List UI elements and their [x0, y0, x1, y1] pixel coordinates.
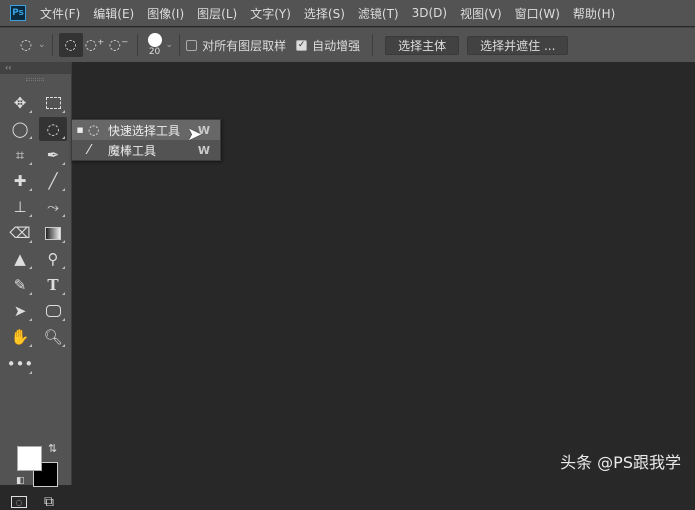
hand-icon: ✋: [10, 328, 30, 346]
shortcut-key: W: [197, 143, 210, 157]
foreground-color-swatch[interactable]: [17, 446, 42, 471]
menu-bar: Ps 文件(F) 编辑(E) 图像(I) 图层(L) 文字(Y) 选择(S) 滤…: [0, 0, 695, 26]
select-subject-button[interactable]: 选择主体: [385, 35, 460, 55]
quick-mask-icon[interactable]: ◌: [11, 496, 27, 508]
gradient-icon: [45, 226, 61, 240]
hand-tool[interactable]: ✋: [6, 325, 34, 349]
menu-help[interactable]: 帮助(H): [573, 5, 615, 22]
divider: [179, 34, 181, 56]
triangle-icon: ▲: [14, 250, 26, 268]
rectangle-tool[interactable]: [39, 299, 67, 323]
pen-icon: ✎: [13, 276, 27, 294]
add-to-selection-button[interactable]: ◌⁺: [83, 33, 107, 57]
type-tool[interactable]: T: [39, 273, 67, 297]
move-icon: ✥: [13, 94, 27, 112]
quick-selection-icon: ◌: [88, 122, 100, 138]
menu-select[interactable]: 选择(S): [304, 5, 345, 22]
brush-tool[interactable]: ╱: [39, 169, 67, 193]
lasso-tool[interactable]: ◯: [6, 117, 34, 141]
toolbar-grip[interactable]: [26, 78, 44, 81]
type-icon: T: [47, 276, 59, 294]
options-bar: ◌ ⌄ ◌ ◌⁺ ◌⁻ 20 ⌄ 对所有图层取样 ✓ 自动增强 选择主体 选择并…: [0, 27, 695, 62]
menu-file[interactable]: 文件(F): [40, 5, 80, 22]
menu-edit[interactable]: 编辑(E): [93, 5, 134, 22]
menu-image[interactable]: 图像(I): [147, 5, 184, 22]
gradient-tool[interactable]: [39, 221, 67, 245]
auto-enhance-checkbox[interactable]: ✓: [296, 39, 308, 51]
lasso-icon: ◯: [11, 120, 29, 138]
divider: [51, 34, 53, 56]
photoshop-logo: Ps: [10, 5, 26, 21]
crop-icon: ⌗: [15, 146, 25, 164]
chevron-down-icon[interactable]: ⌄: [166, 40, 174, 50]
brush-picker[interactable]: 20: [147, 33, 162, 57]
dodge-tool[interactable]: ⚲: [39, 247, 67, 271]
divider: [136, 34, 138, 56]
healing-brush-tool[interactable]: ✚: [6, 169, 34, 193]
eraser-icon: ⌫: [9, 224, 31, 242]
menu-type[interactable]: 文字(Y): [250, 5, 291, 22]
magic-wand-icon: ⁄: [88, 142, 91, 158]
zoom-tool[interactable]: 🔍︎: [39, 325, 67, 349]
flyout-item-label: 魔棒工具: [108, 143, 157, 158]
crop-tool[interactable]: ⌗: [6, 143, 34, 167]
tool-preset-picker[interactable]: ◌: [14, 33, 38, 57]
eyedropper-icon: ✒: [46, 146, 60, 164]
arrow-icon: ➤: [13, 302, 27, 320]
stamp-icon: ⊥: [13, 198, 27, 216]
chevron-down-icon[interactable]: ⌄: [38, 40, 46, 50]
screen-mode-icon[interactable]: ⧉: [44, 494, 54, 510]
sample-all-layers-label: 对所有图层取样: [202, 38, 287, 53]
brush-size: 20: [148, 47, 161, 57]
divider: [372, 34, 374, 56]
menu-window[interactable]: 窗口(W): [515, 5, 560, 22]
edit-toolbar-button[interactable]: •••: [6, 352, 34, 376]
menu-filter[interactable]: 滤镜(T): [358, 5, 399, 22]
history-brush-icon: ⤳: [46, 198, 59, 216]
brush-tip-icon: [147, 33, 162, 47]
dodge-icon: ⚲: [47, 250, 59, 268]
more-icon: •••: [6, 355, 34, 373]
clone-stamp-tool[interactable]: ⊥: [6, 195, 34, 219]
move-tool[interactable]: ✥: [6, 91, 34, 115]
menu-3d[interactable]: 3D(D): [412, 6, 447, 20]
watermark: 头条 @PS跟我学: [560, 453, 681, 472]
collapse-toolbar-button[interactable]: ‹‹: [0, 62, 71, 74]
bandage-icon: ✚: [13, 172, 27, 190]
sample-all-layers-checkbox[interactable]: [186, 39, 198, 51]
brush-icon: ╱: [48, 172, 58, 190]
swap-colors-icon[interactable]: ⇅: [48, 442, 57, 455]
rectangular-marquee-icon: [45, 97, 61, 109]
select-and-mask-button[interactable]: 选择并遮住 ...: [467, 35, 569, 55]
auto-enhance-label: 自动增强: [312, 38, 361, 53]
rounded-rectangle-icon: [45, 305, 61, 317]
mouse-pointer-icon: ➤: [187, 124, 203, 145]
quick-selection-tool[interactable]: ◌: [39, 117, 67, 141]
menu-view[interactable]: 视图(V): [460, 5, 502, 22]
marquee-tool[interactable]: [39, 91, 67, 115]
pen-tool[interactable]: ✎: [6, 273, 34, 297]
toolbar: ‹‹ ✥ ◯ ◌ ⌗ ✒ ✚ ╱ ⊥ ⤳ ⌫ ▲ ⚲ ✎ T ➤ ✋ 🔍︎ ••…: [0, 62, 72, 510]
magnifier-icon: 🔍︎: [43, 328, 63, 346]
subtract-from-selection-button[interactable]: ◌⁻: [107, 33, 131, 57]
path-selection-tool[interactable]: ➤: [6, 299, 34, 323]
eraser-tool[interactable]: ⌫: [6, 221, 34, 245]
quick-selection-icon: ◌: [46, 120, 60, 138]
menu-layer[interactable]: 图层(L): [197, 5, 237, 22]
flyout-item-label: 快速选择工具: [108, 123, 181, 138]
history-brush-tool[interactable]: ⤳: [39, 195, 67, 219]
new-selection-button[interactable]: ◌: [58, 33, 83, 57]
active-bullet-icon: ■: [76, 126, 84, 134]
eyedropper-tool[interactable]: ✒: [39, 143, 67, 167]
blur-tool[interactable]: ▲: [6, 247, 34, 271]
